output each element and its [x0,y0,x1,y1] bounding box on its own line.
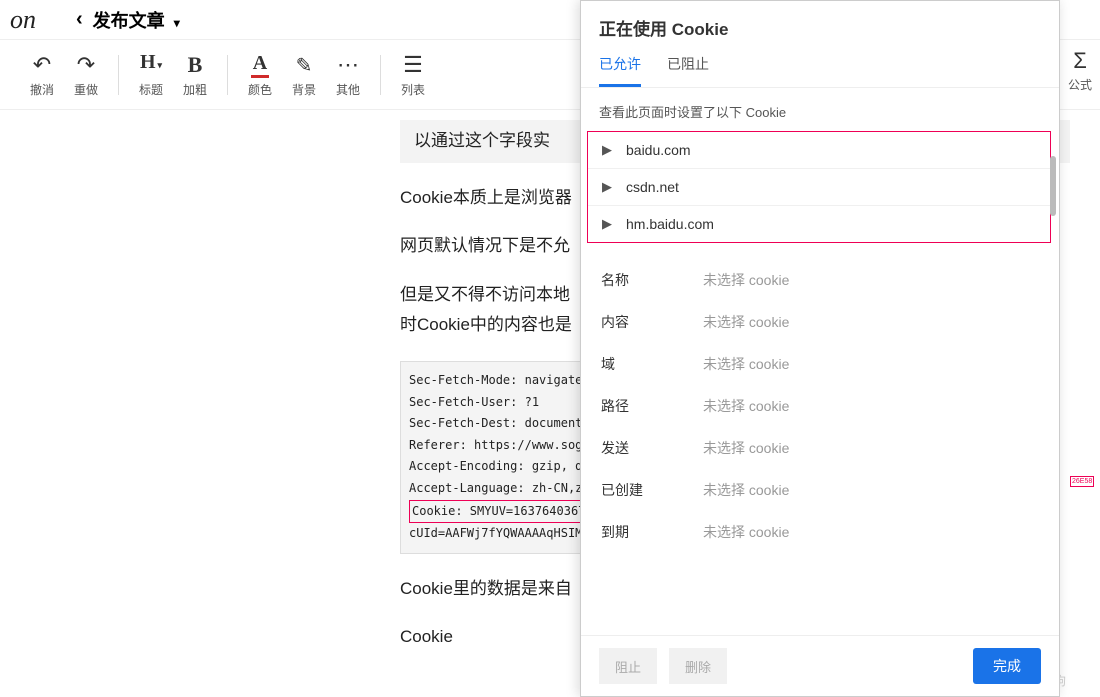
detail-val: 未选择 cookie [703,312,789,332]
domain-row[interactable]: ▶ csdn.net [588,169,1050,206]
detail-row: 内容 未选择 cookie [601,301,1039,343]
detail-row: 域 未选择 cookie [601,343,1039,385]
cookie-details: 名称 未选择 cookie 内容 未选择 cookie 域 未选择 cookie… [581,243,1059,635]
detail-val: 未选择 cookie [703,354,789,374]
triangle-right-icon: ▶ [602,142,612,158]
detail-key: 已创建 [601,480,703,500]
domain-list: ▶ baidu.com ▶ csdn.net ▶ hm.baidu.com [587,131,1051,243]
bg-label: 背景 [292,81,316,98]
undo-button[interactable]: ↶ 撤消 [20,51,64,98]
triangle-right-icon: ▶ [602,216,612,232]
heading-icon: H▾ [140,51,162,79]
done-button[interactable]: 完成 [973,648,1041,684]
detail-val: 未选择 cookie [703,270,789,290]
redo-label: 重做 [74,81,98,98]
block-button[interactable]: 阻止 [599,648,657,684]
bg-button[interactable]: ✎ 背景 [282,51,326,98]
text-fragment: 26E58 [1070,476,1094,487]
list-button[interactable]: ☰ 列表 [391,51,435,98]
detail-val: 未选择 cookie [703,438,789,458]
cookie-panel: 正在使用 Cookie 已允许 已阻止 查看此页面时设置了以下 Cookie ▶… [580,0,1060,697]
detail-row: 发送 未选择 cookie [601,427,1039,469]
detail-val: 未选择 cookie [703,522,789,542]
tab-blocked[interactable]: 已阻止 [667,54,709,87]
panel-description: 查看此页面时设置了以下 Cookie [581,88,1059,131]
marker-icon: ✎ [296,51,313,79]
detail-key: 域 [601,354,703,374]
list-label: 列表 [401,81,425,98]
page-title[interactable]: 发布文章 ▾ [93,7,180,33]
bold-icon: B [188,51,203,79]
detail-val: 未选择 cookie [703,396,789,416]
bold-button[interactable]: B 加粗 [173,51,217,98]
detail-key: 名称 [601,270,703,290]
formula-label: 公式 [1068,76,1092,93]
panel-footer: 阻止 删除 完成 [581,635,1059,696]
separator [227,55,228,95]
list-icon: ☰ [403,51,423,79]
other-label: 其他 [336,81,360,98]
heading-label: 标题 [139,81,163,98]
domain-row[interactable]: ▶ hm.baidu.com [588,206,1050,242]
color-label: 颜色 [248,81,272,98]
back-icon[interactable]: ‹ [76,8,83,31]
detail-key: 发送 [601,438,703,458]
detail-row: 到期 未选择 cookie [601,511,1039,553]
undo-icon: ↶ [33,51,51,79]
panel-title: 正在使用 Cookie [581,1,1059,54]
detail-key: 到期 [601,522,703,542]
color-icon: A [251,51,269,79]
chevron-down-icon: ▾ [174,16,180,30]
delete-button[interactable]: 删除 [669,648,727,684]
panel-tabs: 已允许 已阻止 [581,54,1059,88]
sigma-icon: Σ [1073,48,1087,74]
page-title-text: 发布文章 [93,11,165,31]
color-button[interactable]: A 颜色 [238,51,282,98]
detail-row: 名称 未选择 cookie [601,259,1039,301]
other-button[interactable]: ⋯ 其他 [326,51,370,98]
other-icon: ⋯ [337,51,359,79]
redo-button[interactable]: ↷ 重做 [64,51,108,98]
undo-label: 撤消 [30,81,54,98]
logo: on [10,5,36,35]
formula-button[interactable]: Σ 公式 [1068,48,1092,93]
domain-name: csdn.net [626,179,679,195]
detail-key: 内容 [601,312,703,332]
detail-key: 路径 [601,396,703,416]
domain-row[interactable]: ▶ baidu.com [588,132,1050,169]
domain-name: baidu.com [626,142,691,158]
triangle-right-icon: ▶ [602,179,612,195]
detail-row: 路径 未选择 cookie [601,385,1039,427]
scrollbar[interactable] [1050,156,1056,216]
detail-row: 已创建 未选择 cookie [601,469,1039,511]
separator [380,55,381,95]
redo-icon: ↷ [77,51,95,79]
separator [118,55,119,95]
domain-name: hm.baidu.com [626,216,714,232]
detail-val: 未选择 cookie [703,480,789,500]
bold-label: 加粗 [183,81,207,98]
tab-allowed[interactable]: 已允许 [599,54,641,87]
heading-button[interactable]: H▾ 标题 [129,51,173,98]
